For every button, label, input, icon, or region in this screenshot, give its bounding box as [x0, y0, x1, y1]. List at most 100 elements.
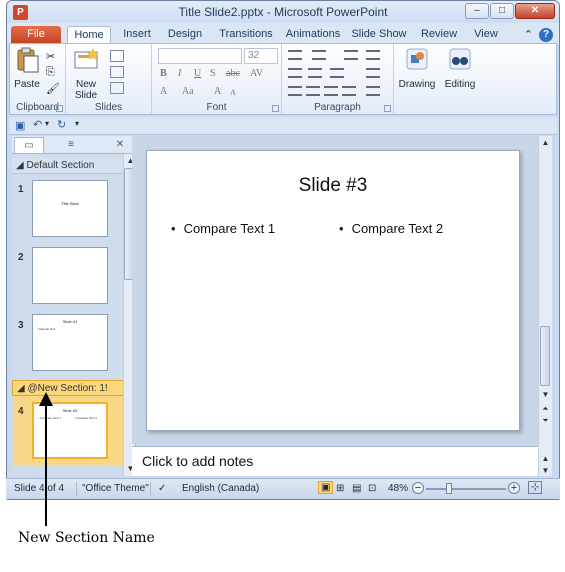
zoom-slider-knob[interactable]	[446, 483, 452, 494]
character-spacing-icon[interactable]: AV	[250, 68, 263, 79]
thumbnail-bullet: • Sample Text	[37, 327, 56, 331]
slide-title[interactable]: Slide #3	[147, 175, 519, 197]
font-dialog-launcher-icon[interactable]	[272, 105, 279, 112]
undo-dropdown-icon[interactable]: ▾	[45, 119, 49, 128]
tab-animations[interactable]: Animations	[281, 26, 345, 44]
numbering-icon[interactable]	[312, 50, 326, 60]
section-header-default[interactable]: ◢ Default Section	[12, 158, 124, 174]
fit-to-window-icon[interactable]: ⊹	[528, 481, 543, 494]
previous-slide-icon[interactable]: ⏶	[539, 404, 552, 414]
change-case-icon[interactable]: Aa	[182, 86, 194, 97]
panel-tabs: ▭ ≡ ✕	[12, 136, 136, 154]
next-slide-icon[interactable]: ⏷	[539, 416, 552, 426]
slide-bullet-left[interactable]: • Compare Text 1	[171, 221, 275, 236]
align-text-icon[interactable]	[366, 68, 380, 78]
clipboard-dialog-launcher-icon[interactable]	[56, 105, 63, 112]
notes-scroll-up-icon[interactable]: ▲	[539, 454, 552, 463]
repeat-icon[interactable]: ↻	[57, 118, 66, 131]
scroll-thumb[interactable]	[540, 326, 550, 386]
slide-thumbnail-4[interactable]: Slide #3 • Compare Text 1 • Compare Text…	[32, 402, 108, 459]
editing-button[interactable]: Editing	[440, 46, 480, 90]
decrease-indent-icon[interactable]	[288, 68, 302, 78]
align-left-icon[interactable]	[288, 86, 302, 96]
slide-thumbnail-1[interactable]: Title Slide	[32, 180, 108, 237]
slide-bullet-right[interactable]: • Compare Text 2	[339, 221, 443, 236]
help-icon[interactable]: ?	[539, 28, 553, 42]
thumbnail-title: Title Slide	[61, 201, 79, 206]
language[interactable]: English (Canada)	[182, 483, 259, 494]
format-painter-icon[interactable]: 🖌	[46, 82, 60, 95]
minimize-ribbon-icon[interactable]: ⌃	[524, 28, 533, 42]
zoom-slider[interactable]	[426, 483, 506, 494]
reset-icon[interactable]	[110, 66, 124, 78]
tab-insert[interactable]: Insert	[115, 26, 159, 44]
slide-number: 1	[18, 184, 24, 195]
justify-icon[interactable]	[342, 86, 356, 96]
align-right-icon[interactable]	[324, 86, 338, 96]
notes-pane[interactable]: Click to add notes	[132, 446, 538, 476]
section-header-new[interactable]: ◢ @New Section: 1!	[12, 380, 124, 396]
slide-thumbnail-2[interactable]	[32, 247, 108, 304]
undo-icon[interactable]: ↶	[33, 118, 42, 131]
tab-design[interactable]: Design	[161, 26, 209, 44]
line-spacing-icon[interactable]	[344, 50, 358, 60]
customize-qat-icon[interactable]: ▾	[75, 119, 79, 128]
tab-file[interactable]: File	[11, 26, 61, 44]
tab-outline[interactable]: ≡	[56, 137, 86, 153]
tab-view[interactable]: View	[469, 26, 503, 44]
thumbnail-bullet: • Compare Text 2	[74, 416, 98, 420]
maximize-button[interactable]: □	[490, 3, 514, 19]
grow-font-icon[interactable]: A	[214, 86, 221, 97]
editor-scrollbar[interactable]: ▲ ▼ ⏶ ⏷ ▲ ▼	[538, 136, 552, 476]
zoom-level[interactable]: 48%	[388, 483, 408, 494]
slide-show-icon[interactable]: ⊡	[368, 483, 376, 494]
font-color-icon[interactable]: A	[160, 86, 167, 97]
font-size-input[interactable]: 32	[244, 48, 278, 64]
ribbon-home: Paste ✂ ⎘ 🖌 Clipboard New Slide Slides 3…	[9, 43, 557, 115]
zoom-out-icon[interactable]: −	[412, 482, 424, 494]
strikethrough-icon[interactable]: abc	[226, 68, 240, 79]
paste-button[interactable]: Paste	[12, 46, 42, 90]
save-icon[interactable]: ▣	[15, 119, 25, 132]
zoom-in-icon[interactable]: +	[508, 482, 520, 494]
italic-icon[interactable]: I	[178, 68, 181, 79]
paragraph-dialog-launcher-icon[interactable]	[384, 105, 391, 112]
close-button[interactable]: ✕	[515, 3, 555, 19]
tab-review[interactable]: Review	[419, 26, 459, 44]
text-direction-icon[interactable]	[366, 50, 380, 60]
ribbon-tab-bar: File Home Insert Design Transitions Anim…	[7, 23, 559, 44]
slide-sorter-icon[interactable]: ⊞	[336, 483, 344, 494]
scroll-up-icon[interactable]: ▲	[539, 138, 552, 147]
slide-number: 2	[18, 252, 24, 263]
tab-slides-thumbnails[interactable]: ▭	[14, 137, 44, 153]
shadow-icon[interactable]: S	[210, 68, 216, 79]
notes-scroll-down-icon[interactable]: ▼	[539, 466, 552, 475]
underline-icon[interactable]: U	[194, 68, 201, 79]
minimize-button[interactable]: –	[465, 3, 489, 19]
normal-view-icon[interactable]: ▣	[318, 481, 334, 494]
slide-thumbnail-3[interactable]: Slide #1 • Sample Text	[32, 314, 108, 371]
layout-icon[interactable]	[110, 50, 124, 62]
copy-icon[interactable]: ⎘	[46, 66, 60, 78]
columns-icon[interactable]	[330, 68, 344, 78]
center-icon[interactable]	[306, 86, 320, 96]
tab-home[interactable]: Home	[67, 26, 111, 44]
font-family-input[interactable]	[158, 48, 242, 64]
close-panel-icon[interactable]: ✕	[108, 137, 132, 153]
tab-transitions[interactable]: Transitions	[213, 26, 279, 44]
spell-check-icon[interactable]: ✓	[158, 483, 166, 494]
drawing-button[interactable]: Drawing	[398, 46, 436, 90]
scroll-down-icon[interactable]: ▼	[539, 390, 552, 399]
tab-slide-show[interactable]: Slide Show	[351, 26, 407, 44]
reading-view-icon[interactable]: ▤	[352, 483, 361, 494]
shrink-font-icon[interactable]: A	[230, 88, 236, 97]
cut-icon[interactable]: ✂	[46, 50, 60, 63]
increase-indent-icon[interactable]	[308, 68, 322, 78]
smartart-icon[interactable]	[366, 86, 380, 96]
new-slide-button[interactable]: New Slide	[68, 46, 104, 101]
font-group-label: Font	[206, 102, 227, 113]
section-icon[interactable]	[110, 82, 124, 94]
current-slide[interactable]: Slide #3 • Compare Text 1 • Compare Text 2	[146, 150, 520, 431]
bullets-icon[interactable]	[288, 50, 302, 60]
bold-icon[interactable]: B	[160, 68, 167, 79]
